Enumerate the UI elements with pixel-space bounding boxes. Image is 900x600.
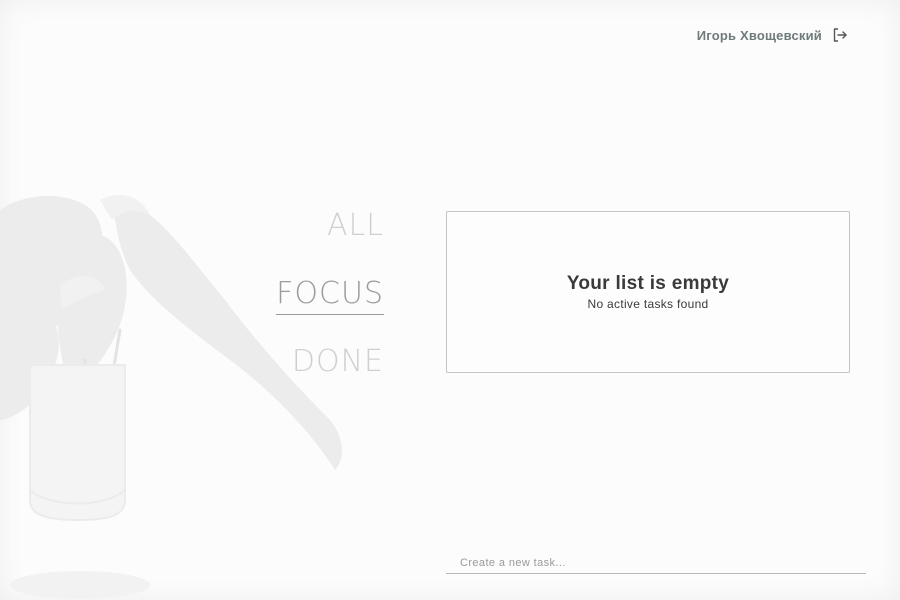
app-window: Игорь Хвощевский ALL FOCUS DONE Your lis… — [0, 0, 900, 600]
filter-focus[interactable]: FOCUS — [276, 273, 386, 341]
filter-done-label: DONE — [291, 344, 384, 379]
user-name[interactable]: Игорь Хвощевский — [697, 28, 822, 43]
filter-focus-label: FOCUS — [276, 274, 384, 315]
user-area: Игорь Хвощевский — [697, 27, 848, 43]
empty-state-title: Your list is empty — [566, 273, 730, 294]
empty-state-subtitle: No active tasks found — [587, 297, 709, 311]
filter-nav: ALL FOCUS DONE — [270, 205, 386, 409]
filter-all-label: ALL — [327, 208, 384, 243]
new-task-input[interactable] — [446, 552, 866, 574]
logout-icon[interactable] — [832, 27, 848, 43]
task-list-panel: Your list is empty No active tasks found — [446, 211, 850, 373]
filter-done[interactable]: DONE — [292, 341, 386, 409]
filter-all[interactable]: ALL — [327, 205, 386, 273]
